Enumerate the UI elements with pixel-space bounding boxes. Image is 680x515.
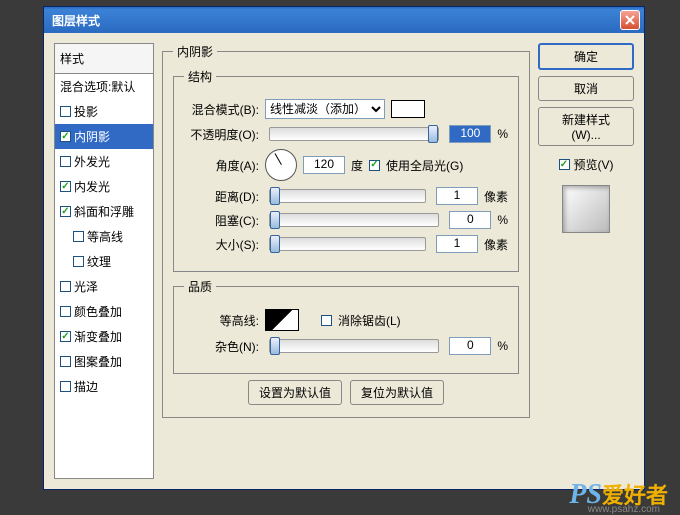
reset-default-button[interactable]: 复位为默认值 xyxy=(350,380,444,405)
style-checkbox[interactable] xyxy=(60,206,71,217)
close-icon xyxy=(625,15,635,25)
blendmode-label: 混合模式(B): xyxy=(184,101,259,118)
size-label: 大小(S): xyxy=(184,236,259,253)
style-item-7[interactable]: 纹理 xyxy=(55,249,153,274)
style-label: 内阴影 xyxy=(74,128,110,145)
style-label: 斜面和浮雕 xyxy=(74,203,134,220)
style-checkbox[interactable] xyxy=(60,156,71,167)
global-light-label: 使用全局光(G) xyxy=(386,157,463,174)
structure-legend: 结构 xyxy=(184,68,216,85)
distance-label: 距离(D): xyxy=(184,188,259,205)
preview-thumbnail xyxy=(562,185,610,233)
style-item-1[interactable]: 投影 xyxy=(55,99,153,124)
style-label: 等高线 xyxy=(87,228,123,245)
noise-input[interactable]: 0 xyxy=(449,337,491,355)
style-checkbox[interactable] xyxy=(60,331,71,342)
style-checkbox[interactable] xyxy=(73,231,84,242)
style-checkbox[interactable] xyxy=(60,181,71,192)
choke-input[interactable]: 0 xyxy=(449,211,491,229)
choke-unit: % xyxy=(497,213,508,227)
watermark-url: www.psahz.com xyxy=(588,504,660,515)
style-item-10[interactable]: 渐变叠加 xyxy=(55,324,153,349)
style-label: 描边 xyxy=(74,378,98,395)
style-checkbox[interactable] xyxy=(60,281,71,292)
choke-label: 阻塞(C): xyxy=(184,212,259,229)
set-default-button[interactable]: 设置为默认值 xyxy=(248,380,342,405)
style-label: 外发光 xyxy=(74,153,110,170)
distance-input[interactable]: 1 xyxy=(436,187,478,205)
style-item-0[interactable]: 混合选项:默认 xyxy=(55,74,153,99)
style-item-12[interactable]: 描边 xyxy=(55,374,153,399)
color-swatch[interactable] xyxy=(391,100,425,118)
style-checkbox[interactable] xyxy=(60,306,71,317)
global-light-checkbox[interactable] xyxy=(369,160,380,171)
titlebar: 图层样式 xyxy=(44,7,644,33)
contour-picker[interactable] xyxy=(265,309,299,331)
style-checkbox[interactable] xyxy=(60,356,71,367)
window-title: 图层样式 xyxy=(48,12,620,29)
choke-slider[interactable] xyxy=(269,213,439,227)
preview-label: 预览(V) xyxy=(574,156,614,173)
style-item-6[interactable]: 等高线 xyxy=(55,224,153,249)
style-item-8[interactable]: 光泽 xyxy=(55,274,153,299)
quality-legend: 品质 xyxy=(184,278,216,295)
style-item-2[interactable]: 内阴影 xyxy=(55,124,153,149)
style-label: 混合选项:默认 xyxy=(60,78,135,95)
styles-header: 样式 xyxy=(55,44,153,74)
style-item-9[interactable]: 颜色叠加 xyxy=(55,299,153,324)
noise-slider[interactable] xyxy=(269,339,439,353)
contour-label: 等高线: xyxy=(184,312,259,329)
style-label: 投影 xyxy=(74,103,98,120)
style-checkbox[interactable] xyxy=(60,106,71,117)
angle-label: 角度(A): xyxy=(184,157,259,174)
style-item-5[interactable]: 斜面和浮雕 xyxy=(55,199,153,224)
size-slider[interactable] xyxy=(269,237,426,251)
style-label: 图案叠加 xyxy=(74,353,122,370)
angle-input[interactable]: 120 xyxy=(303,156,345,174)
ok-button[interactable]: 确定 xyxy=(538,43,634,70)
style-item-3[interactable]: 外发光 xyxy=(55,149,153,174)
style-label: 颜色叠加 xyxy=(74,303,122,320)
inner-shadow-group: 内阴影 结构 混合模式(B): 线性减淡（添加） 不透明度(O): 100 % xyxy=(162,43,530,418)
angle-unit: 度 xyxy=(351,157,363,174)
antialias-checkbox[interactable] xyxy=(321,315,332,326)
style-item-4[interactable]: 内发光 xyxy=(55,174,153,199)
opacity-unit: % xyxy=(497,127,508,141)
layer-style-dialog: 图层样式 样式 混合选项:默认投影内阴影外发光内发光斜面和浮雕等高线纹理光泽颜色… xyxy=(43,6,645,490)
distance-unit: 像素 xyxy=(484,188,508,205)
noise-label: 杂色(N): xyxy=(184,338,259,355)
blendmode-select[interactable]: 线性减淡（添加） xyxy=(265,99,385,119)
quality-group: 品质 等高线: 消除锯齿(L) 杂色(N): 0 % xyxy=(173,278,519,374)
preview-checkbox[interactable] xyxy=(559,159,570,170)
styles-list: 样式 混合选项:默认投影内阴影外发光内发光斜面和浮雕等高线纹理光泽颜色叠加渐变叠… xyxy=(54,43,154,479)
style-label: 光泽 xyxy=(74,278,98,295)
new-style-button[interactable]: 新建样式(W)... xyxy=(538,107,634,146)
style-label: 渐变叠加 xyxy=(74,328,122,345)
cancel-button[interactable]: 取消 xyxy=(538,76,634,101)
style-label: 纹理 xyxy=(87,253,111,270)
distance-slider[interactable] xyxy=(269,189,426,203)
close-button[interactable] xyxy=(620,10,640,30)
settings-panel: 内阴影 结构 混合模式(B): 线性减淡（添加） 不透明度(O): 100 % xyxy=(162,43,530,479)
angle-dial[interactable] xyxy=(265,149,297,181)
right-panel: 确定 取消 新建样式(W)... 预览(V) xyxy=(538,43,634,479)
structure-group: 结构 混合模式(B): 线性减淡（添加） 不透明度(O): 100 % 角度(A… xyxy=(173,68,519,272)
antialias-label: 消除锯齿(L) xyxy=(338,312,401,329)
size-unit: 像素 xyxy=(484,236,508,253)
opacity-slider[interactable] xyxy=(269,127,439,141)
style-checkbox[interactable] xyxy=(60,381,71,392)
opacity-input[interactable]: 100 xyxy=(449,125,491,143)
size-input[interactable]: 1 xyxy=(436,235,478,253)
noise-unit: % xyxy=(497,339,508,353)
style-checkbox[interactable] xyxy=(60,131,71,142)
opacity-label: 不透明度(O): xyxy=(184,126,259,143)
style-checkbox[interactable] xyxy=(73,256,84,267)
panel-title: 内阴影 xyxy=(173,43,217,60)
style-label: 内发光 xyxy=(74,178,110,195)
style-item-11[interactable]: 图案叠加 xyxy=(55,349,153,374)
